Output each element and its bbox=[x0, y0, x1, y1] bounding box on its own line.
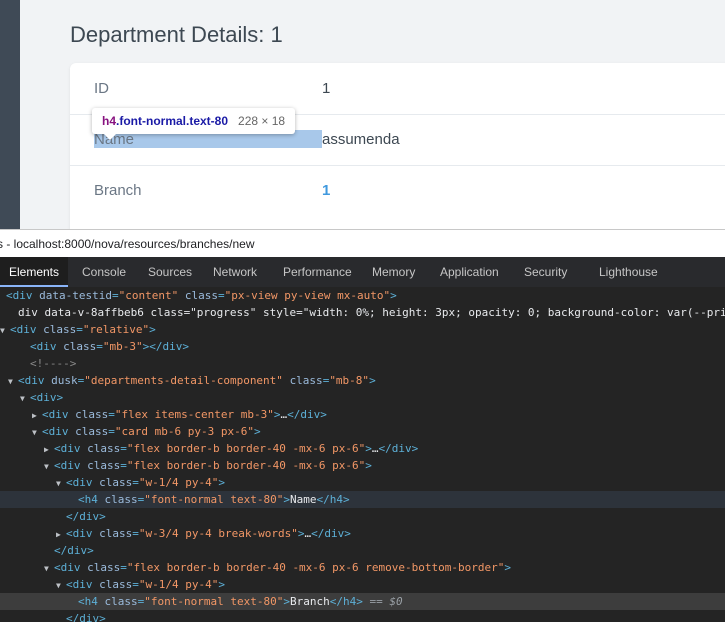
dom-node-line[interactable]: <div class="mb-3"></div> bbox=[0, 338, 725, 355]
dom-node-line[interactable]: <h4 class="font-normal text-80">Branch</… bbox=[0, 593, 725, 610]
dom-node-line[interactable]: <!----> bbox=[0, 355, 725, 372]
row-label: Branch bbox=[94, 182, 142, 199]
page-title: Department Details: 1 bbox=[70, 22, 283, 47]
tab-application[interactable]: Application bbox=[440, 257, 499, 287]
dom-node-line[interactable]: <div data-testid="content" class="px-vie… bbox=[0, 287, 725, 304]
dom-node-line[interactable]: ▶ <div class="flex items-center mb-3">…</… bbox=[0, 406, 725, 423]
tab-performance[interactable]: Performance bbox=[283, 257, 352, 287]
tab-console[interactable]: Console bbox=[82, 257, 126, 287]
dom-node-line[interactable]: ▶ <div class="flex border-b border-40 -mx… bbox=[0, 440, 725, 457]
dom-node-line[interactable]: ▶ <div class="w-3/4 py-4 break-words">…</… bbox=[0, 525, 725, 542]
dom-node-line[interactable]: ▼ <div class="relative"> bbox=[0, 321, 725, 338]
row-label: ID bbox=[94, 80, 109, 97]
dom-node-line[interactable]: ▼ <div class="w-1/4 py-4"> bbox=[0, 474, 725, 491]
dom-node-line[interactable]: <h4 class="font-normal text-80">Name</h4… bbox=[0, 491, 725, 508]
tab-sources[interactable]: Sources bbox=[148, 257, 192, 287]
devtools-tabbar: Elements Console Sources Network Perform… bbox=[0, 257, 725, 288]
devtools-titlebar: s - localhost:8000/nova/resources/branch… bbox=[0, 229, 725, 258]
tooltip-tag: h4 bbox=[102, 114, 117, 128]
dom-node-line[interactable]: ▼ <div> bbox=[0, 389, 725, 406]
row-value: 1 bbox=[322, 80, 331, 97]
tab-elements[interactable]: Elements bbox=[0, 257, 68, 287]
dom-node-line[interactable]: ▼ <div class="flex border-b border-40 -mx… bbox=[0, 457, 725, 474]
dom-node-line[interactable]: </div> bbox=[0, 508, 725, 525]
dom-node-line[interactable]: </div> bbox=[0, 610, 725, 622]
inspect-tooltip: h4.font-normal.text-80 228 × 18 bbox=[92, 108, 296, 140]
dom-node-line[interactable]: div data-v-8affbeb6 class="progress" sty… bbox=[0, 304, 725, 321]
devtools-panel: s - localhost:8000/nova/resources/branch… bbox=[0, 229, 725, 622]
dom-node-line[interactable]: </div> bbox=[0, 542, 725, 559]
row-value: assumenda bbox=[322, 131, 400, 148]
tab-lighthouse[interactable]: Lighthouse bbox=[599, 257, 658, 287]
dom-node-line[interactable]: ▼ <div class="flex border-b border-40 -mx… bbox=[0, 559, 725, 576]
dom-node-line[interactable]: ▼ <div class="w-1/4 py-4"> bbox=[0, 576, 725, 593]
detail-row-branch: Branch 1 bbox=[70, 165, 725, 216]
elements-dom-tree[interactable]: <div data-testid="content" class="px-vie… bbox=[0, 287, 725, 622]
devtools-url: s - localhost:8000/nova/resources/branch… bbox=[0, 237, 255, 251]
tooltip-size: 228 × 18 bbox=[238, 114, 286, 128]
tooltip-classes: .font-normal.text-80 bbox=[116, 114, 229, 128]
branch-link[interactable]: 1 bbox=[322, 182, 330, 200]
sidebar-strip bbox=[0, 0, 20, 230]
detail-card: ID 1 Name assumenda Branch 1 bbox=[70, 63, 725, 233]
dom-node-line[interactable]: ▼ <div class="card mb-6 py-3 px-6"> bbox=[0, 423, 725, 440]
dom-node-line[interactable]: ▼ <div dusk="departments-detail-component… bbox=[0, 372, 725, 389]
tab-security[interactable]: Security bbox=[524, 257, 567, 287]
tab-memory[interactable]: Memory bbox=[372, 257, 415, 287]
tab-network[interactable]: Network bbox=[213, 257, 257, 287]
